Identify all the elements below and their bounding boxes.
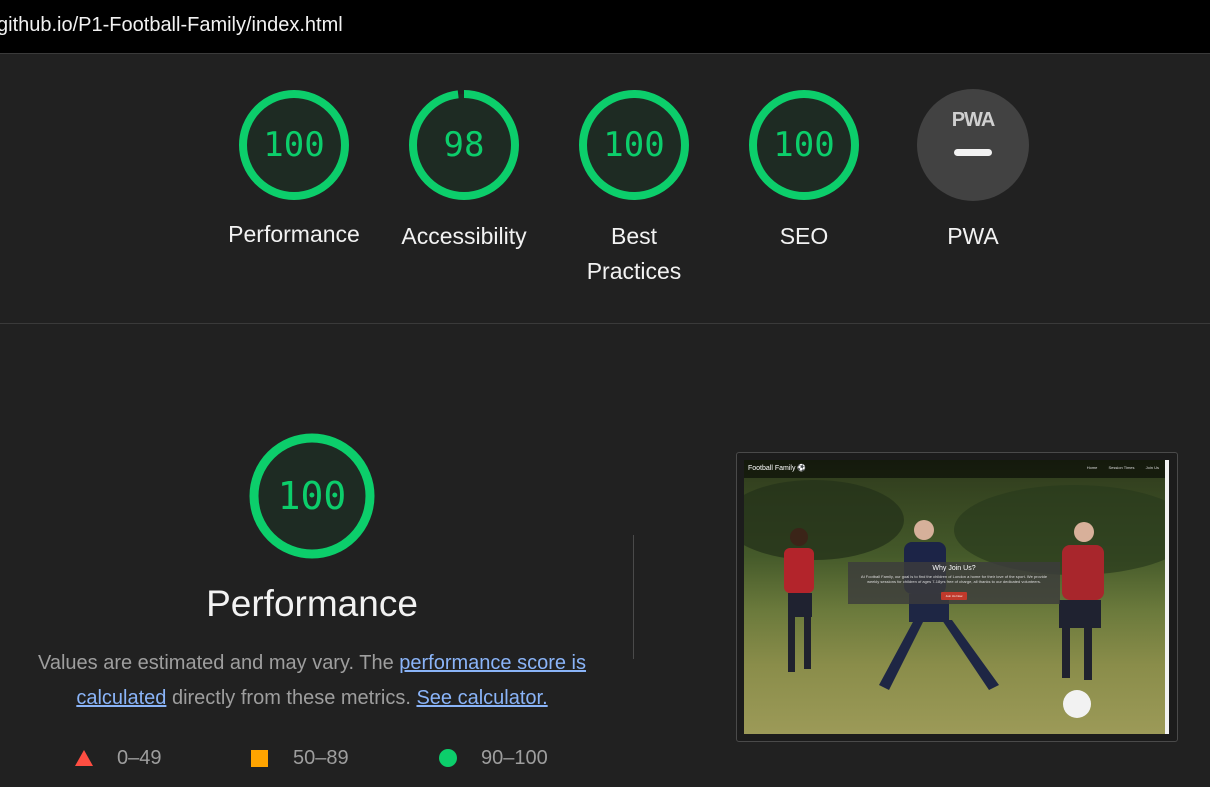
performance-description: Values are estimated and may vary. The p… xyxy=(22,646,602,716)
screenshot-card-title: Why Join Us? xyxy=(932,565,976,572)
gauge-label: Accessibility xyxy=(401,223,527,249)
legend-range: 90–100 xyxy=(481,747,548,769)
screenshot-card-button: Join Us Now xyxy=(940,592,968,600)
gauge-score: 100 xyxy=(603,125,665,165)
circle-icon xyxy=(439,749,457,767)
url-bar: github.io/P1-Football-Family/index.html xyxy=(0,0,1210,54)
legend-range: 0–49 xyxy=(117,747,162,769)
performance-title: Performance xyxy=(206,583,418,624)
final-screenshot[interactable]: Football Family ⚽ Home Session Times Joi… xyxy=(744,460,1165,734)
gauge-score: 100 xyxy=(773,125,835,165)
gauge-label: SEO xyxy=(779,223,829,249)
see-calculator-link[interactable]: See calculator. xyxy=(416,687,547,709)
section-divider xyxy=(0,323,1210,324)
legend-average: 50–89 xyxy=(250,745,380,771)
screenshot-brand: Football Family ⚽ xyxy=(748,465,807,472)
gauge-accessibility[interactable]: 98 Accessibility xyxy=(379,89,549,254)
gauge-ring: 100 xyxy=(238,89,350,201)
screenshot-card-text: At Football Family, our goal is to find … xyxy=(860,574,1048,584)
gauge-pwa[interactable]: PWA PWA xyxy=(888,89,1058,254)
description-middle: directly from these metrics. xyxy=(171,687,411,709)
legend-range: 50–89 xyxy=(293,747,349,769)
gauge-score: 100 xyxy=(263,125,325,165)
triangle-icon xyxy=(75,750,93,766)
screenshot-scrollbar xyxy=(1165,460,1169,734)
gauge-seo[interactable]: 100 SEO xyxy=(719,89,889,254)
performance-gauge: 100 xyxy=(249,433,375,559)
screenshot-nav-link: Home xyxy=(1086,465,1098,470)
screenshot-nav-links: Home Session Times Join Us xyxy=(1077,465,1159,470)
screenshot-navbar: Football Family ⚽ Home Session Times Joi… xyxy=(744,460,1165,478)
performance-score: 100 xyxy=(277,474,347,518)
pwa-badge-mark: PWA xyxy=(951,109,996,131)
gauge-score: 98 xyxy=(443,125,485,165)
gauge-performance[interactable]: 100 Performance xyxy=(209,89,379,252)
screenshot-nav-link: Join Us xyxy=(1145,465,1159,470)
pwa-dash-icon xyxy=(954,149,992,156)
screenshot-card: Why Join Us? At Football Family, our goa… xyxy=(848,562,1060,604)
legend-fail: 0–49 xyxy=(74,745,194,771)
gauge-ring: 98 xyxy=(408,89,520,201)
legend-pass: 90–100 xyxy=(439,745,579,771)
gauge-best-practices[interactable]: 100 Best Practices xyxy=(549,89,719,289)
pwa-badge-icon: PWA xyxy=(917,89,1029,201)
gauge-ring: 100 xyxy=(578,89,690,201)
gauge-ring: 100 xyxy=(748,89,860,201)
square-icon xyxy=(251,750,268,767)
gauge-label: Best Practices xyxy=(586,223,682,284)
gauge-label: PWA xyxy=(947,223,999,249)
gauge-label: Performance xyxy=(228,221,360,247)
description-prefix: Values are estimated and may vary. The xyxy=(37,652,394,674)
screenshot-nav-link: Session Times xyxy=(1108,465,1135,470)
page-url[interactable]: github.io/P1-Football-Family/index.html xyxy=(0,14,343,37)
vertical-divider xyxy=(633,535,634,659)
